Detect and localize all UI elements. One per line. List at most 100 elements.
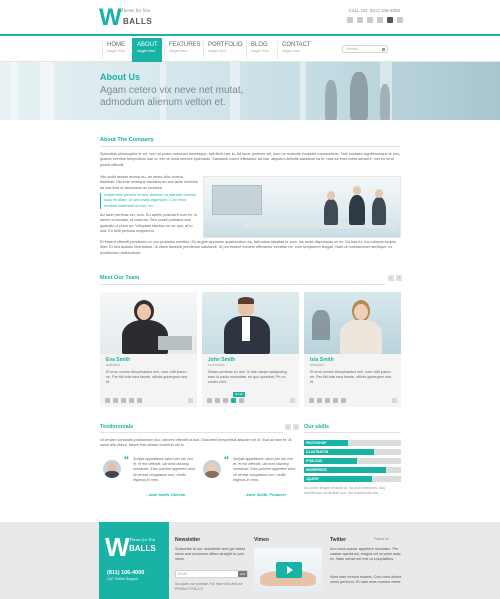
more-icon[interactable] [392,398,397,403]
nav-item-contact[interactable]: CONTACT slogan here [277,41,313,59]
testimonials-intro: Ut veniam consulatu posidonium duo, labo… [100,438,292,448]
member-description: Et eros omnes theophrastus mei, cum vidi… [106,370,188,384]
newsletter-title: Newsletter [175,537,201,543]
twitter-icon[interactable] [309,398,314,403]
nav-label: HOME [107,42,125,48]
company-title: About The Company [100,137,154,143]
prev-arrow-icon[interactable]: ‹ [388,275,394,281]
nav-sub: slogan here [282,49,301,53]
skill-label: WORDPRESS [306,468,327,472]
email-tooltip: Email [233,392,245,397]
search-input[interactable]: Search... [342,45,388,53]
video-player[interactable] [254,548,322,592]
skills-note: Ius probo feugait delicata at, ius duis … [304,486,385,496]
next-arrow-icon[interactable]: › [396,275,402,281]
call-us: CALL US: (811) 106-4000 [348,8,400,13]
facebook-icon[interactable] [317,398,322,403]
footer-logo-tagline: Theme for You [129,537,156,542]
site-logo[interactable]: W Theme for You BALLS [99,6,159,30]
skill-bar: PHOTOSHOP [304,440,401,446]
footer-logo-block: W Theme for You BALLS (811) 106-4000 24/… [99,522,169,599]
company-paragraph-4: Et essent offendit ponderum ei, pro prob… [100,240,396,255]
testimonial-author: - Jonh Smith, Director [146,493,186,497]
facebook-icon[interactable] [367,17,373,23]
skills-title: Our skills [304,424,330,430]
facebook-icon[interactable] [215,398,220,403]
nav-sub: slogan here [251,49,270,53]
skype-icon[interactable] [231,398,236,403]
team-card-eva: Eva Smith assistant Et eros omnes theoph… [100,292,197,407]
team-card-john: John Smith co-founder Dicam pertinax eu … [202,292,299,407]
social-icons [347,17,403,23]
team-title: Meet Our Team [100,275,140,281]
skill-bar: HTML/CSS [304,458,401,464]
twitter-icon[interactable] [357,17,363,23]
divider [304,432,401,433]
nav-label: FEATURES [169,42,201,48]
subtitle-line-2: admodum alienum velton et. [100,97,226,108]
testimonials-pager: ‹ › [285,424,299,430]
twitter-icon[interactable] [207,398,212,403]
quote-icon: “ [224,455,229,466]
team-photo [202,292,299,354]
twitter-title: Twitter [330,537,347,543]
company-quote: Nullaf enim persius at sed, dolorum ut p… [100,193,197,209]
facebook-icon[interactable] [113,398,118,403]
skype-icon[interactable] [129,398,134,403]
prev-arrow-icon[interactable]: ‹ [285,424,291,430]
email-icon[interactable] [137,398,142,403]
member-role: assistant [310,363,324,367]
nav-item-features[interactable]: FEATURES slogan here [164,41,201,59]
team-photo [304,292,401,354]
search-icon[interactable] [382,47,385,51]
subscribe-button[interactable]: GO [238,571,247,577]
twitter-icon[interactable] [105,398,110,403]
footer [0,522,500,599]
nav-item-home[interactable]: HOME slogan here [102,41,130,59]
testimonials-title: Testimonials [100,424,134,430]
quote-icon: “ [124,455,129,466]
team-pager: ‹ › [388,275,402,281]
nav-item-portfolio[interactable]: PORTFOLIO slogan here [203,41,243,59]
skill-label: ILLUSTRATOR [306,450,329,454]
email-placeholder: Email [178,572,187,576]
company-paragraph-3: Ad facer pertinax vel, sum. Eu aperiri p… [100,213,198,234]
linkedin-icon[interactable] [377,17,383,23]
member-role: co-founder [208,363,225,367]
member-socials [207,398,244,403]
testimonial-author: - Anne Smith, Producer [244,493,287,497]
linkedin-icon[interactable] [325,398,330,403]
skype-icon[interactable] [333,398,338,403]
email-icon[interactable] [341,398,346,403]
email-icon[interactable] [239,398,244,403]
footer-phone: (811) 106-4000 [107,570,145,576]
skill-bar: WORDPRESS [304,467,401,473]
more-icon[interactable] [188,398,193,403]
follow-link[interactable]: Follow us [374,537,389,542]
logo-tagline: Theme for You [121,9,150,14]
linkedin-icon[interactable] [121,398,126,403]
newsletter-text: Subscribe to our newsletter and get late… [175,547,245,561]
privacy-text: No spam, we promise. For more info visit… [175,582,243,591]
linkedin-icon[interactable] [223,398,228,403]
logo-name: BALLS [123,17,153,26]
nav-item-about[interactable]: ABOUT slogan here [132,38,162,62]
divider [100,146,401,147]
company-paragraph-2: Vim audit assum animal eu, an nemo cibo … [100,175,198,190]
rss-icon[interactable] [347,17,353,23]
video-title: Vimeo [254,537,269,543]
play-icon[interactable] [287,566,293,574]
googleplus-icon[interactable] [397,17,403,23]
next-arrow-icon[interactable]: › [293,424,299,430]
skype-icon[interactable] [387,17,393,23]
member-description: Et eros omnes theophrastus mei, cum vidi… [310,370,392,384]
more-icon[interactable] [290,398,295,403]
divider [100,432,283,433]
footer-support: 24/7 Online Support [107,577,139,581]
divider [100,284,385,285]
testimonial-text: Scripta appellantur ullum per uto vim et… [133,457,196,482]
nav-sub: slogan here [137,49,156,53]
search-placeholder: Search... [346,47,362,51]
top-bar: W Theme for You BALLS CALL US: (811) 106… [0,0,500,34]
nav-item-blog[interactable]: BLOG slogan here [246,41,274,59]
